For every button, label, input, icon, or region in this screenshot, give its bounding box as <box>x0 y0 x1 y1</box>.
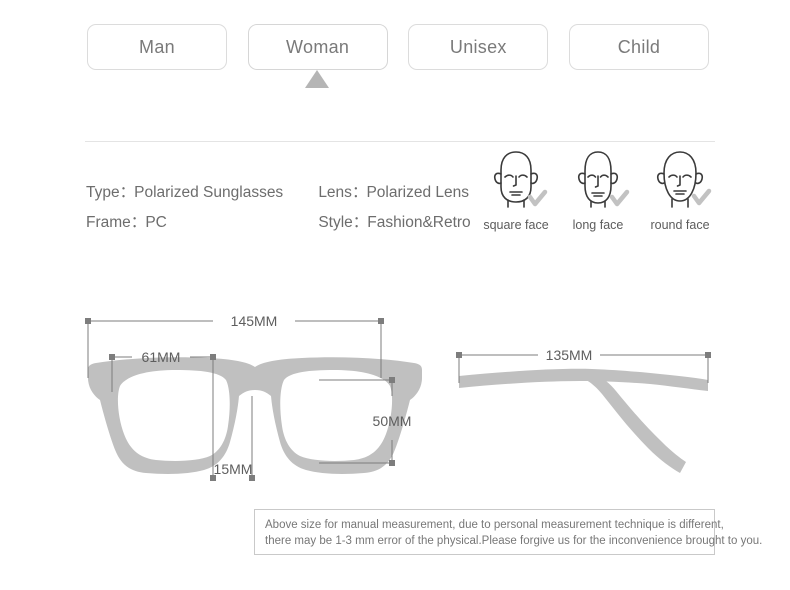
tab-woman-label: Woman <box>286 36 350 57</box>
spec-item-frame: Frame：PC <box>86 208 314 238</box>
tab-man[interactable]: Man <box>87 24 227 70</box>
check-icon <box>691 188 712 206</box>
spec-item-type: Type：Polarized Sunglasses <box>86 178 314 208</box>
spec-separator: ： <box>351 184 367 201</box>
dimension-label-bridge: 15MM <box>214 461 253 477</box>
measurement-disclaimer-box: Above size for manual measurement, due t… <box>254 509 763 555</box>
spec-key: Type <box>86 184 120 201</box>
face-item-square: square face <box>478 147 554 239</box>
spec-value: Polarized Lens <box>366 184 469 201</box>
disclaimer-line-1: Above size for manual measurement, due t… <box>265 519 724 531</box>
face-label: round face <box>650 218 710 232</box>
spec-item-style: Style：Fashion&Retro <box>318 208 470 238</box>
face-label: square face <box>483 218 549 232</box>
dimension-label-lens-height: 50MM <box>373 413 412 429</box>
product-spec-page: Man Woman Unisex Child Type：Polarized Su… <box>0 0 790 590</box>
spec-item-lens: Lens：Polarized Lens <box>318 178 469 208</box>
round-face-icon <box>656 151 712 208</box>
gender-tab-bar: Man Woman Unisex Child <box>87 24 709 70</box>
temple-view-diagram: 135MM <box>440 335 725 480</box>
disclaimer-line-2: there may be 1-3 mm error of the physica… <box>265 535 763 547</box>
front-view-diagram: 145MM 61MM 50MM 15MM <box>80 300 430 500</box>
triangle-up-icon <box>305 70 329 88</box>
spec-value: Polarized Sunglasses <box>134 184 284 201</box>
dimension-label-total-width: 145MM <box>231 313 278 329</box>
spec-separator: ： <box>130 214 146 231</box>
spec-row: Type：Polarized Sunglasses Lens：Polarized… <box>86 178 471 208</box>
dimension-label-lens-span: 61MM <box>142 349 181 365</box>
spec-separator: ： <box>119 184 135 201</box>
section-divider <box>85 141 715 142</box>
face-item-long: long face <box>560 147 636 239</box>
spec-list: Type：Polarized Sunglasses Lens：Polarized… <box>86 178 471 238</box>
temple-arm-shape <box>459 368 708 473</box>
face-shape-list: square face long face round face <box>478 147 718 239</box>
tab-child-label: Child <box>617 36 661 57</box>
dimension-label-temple-length: 135MM <box>546 347 593 363</box>
face-item-round: round face <box>642 147 718 239</box>
spec-key: Frame <box>86 214 131 231</box>
spec-value: PC <box>145 214 167 231</box>
face-label: long face <box>572 218 624 232</box>
tab-woman[interactable]: Woman <box>247 24 388 70</box>
spec-value: Fashion&Retro <box>367 214 471 231</box>
tab-man-label: Man <box>139 36 175 57</box>
tab-child[interactable]: Child <box>568 24 709 70</box>
spec-key: Lens <box>318 184 352 201</box>
check-icon <box>527 189 548 207</box>
tab-unisex[interactable]: Unisex <box>408 24 549 70</box>
spec-row: Frame：PC Style：Fashion&Retro <box>86 208 471 238</box>
tab-unisex-label: Unisex <box>449 36 507 57</box>
square-face-icon <box>493 151 548 208</box>
spec-separator: ： <box>352 214 368 231</box>
long-face-icon <box>577 151 630 208</box>
spec-key: Style <box>318 214 353 231</box>
check-icon <box>609 189 630 207</box>
